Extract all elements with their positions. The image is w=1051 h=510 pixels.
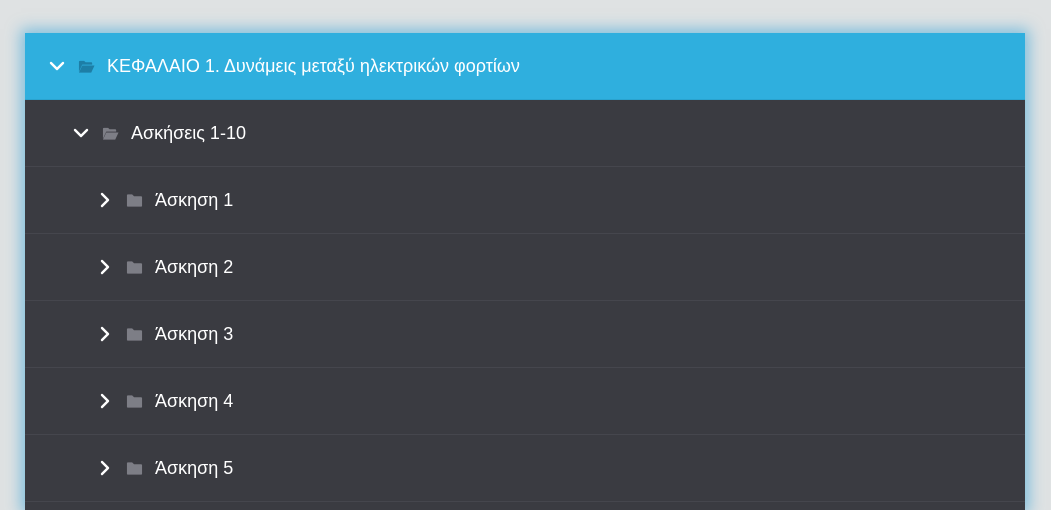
exercise-label: Άσκηση 2 <box>155 256 234 277</box>
chevron-right-icon[interactable] <box>96 191 114 209</box>
group-label: Ασκήσεις 1-10 <box>131 122 246 143</box>
chapter-label: ΚΕΦΑΛΑΙΟ 1. Δυνάμεις μεταξύ ηλεκτρικών φ… <box>107 55 520 76</box>
folder-icon <box>126 259 144 275</box>
chevron-right-icon[interactable] <box>96 392 114 410</box>
exercise-label: Άσκηση 3 <box>155 323 234 344</box>
chevron-down-icon[interactable] <box>48 57 66 75</box>
tree-node-exercise-2[interactable]: Άσκηση 2 <box>25 234 1025 301</box>
exercise-label: Άσκηση 4 <box>155 390 234 411</box>
folder-icon <box>126 393 144 409</box>
chevron-right-icon[interactable] <box>96 459 114 477</box>
folder-icon <box>126 460 144 476</box>
exercise-label: Άσκηση 1 <box>155 189 234 210</box>
folder-icon <box>126 192 144 208</box>
folder-open-icon <box>78 58 96 74</box>
chevron-right-icon[interactable] <box>96 258 114 276</box>
tree-node-chapter-1[interactable]: ΚΕΦΑΛΑΙΟ 1. Δυνάμεις μεταξύ ηλεκτρικών φ… <box>25 33 1025 100</box>
chevron-right-icon[interactable] <box>96 325 114 343</box>
folder-icon <box>126 326 144 342</box>
tree-node-exercises-group[interactable]: Ασκήσεις 1-10 <box>25 100 1025 167</box>
tree-node-exercise-1[interactable]: Άσκηση 1 <box>25 167 1025 234</box>
chevron-down-icon[interactable] <box>72 124 90 142</box>
tree-node-exercise-5[interactable]: Άσκηση 5 <box>25 435 1025 502</box>
exercise-label: Άσκηση 5 <box>155 457 234 478</box>
tree-panel: ΚΕΦΑΛΑΙΟ 1. Δυνάμεις μεταξύ ηλεκτρικών φ… <box>25 33 1025 510</box>
tree-node-exercise-3[interactable]: Άσκηση 3 <box>25 301 1025 368</box>
folder-open-icon <box>102 125 120 141</box>
tree-node-exercise-4[interactable]: Άσκηση 4 <box>25 368 1025 435</box>
